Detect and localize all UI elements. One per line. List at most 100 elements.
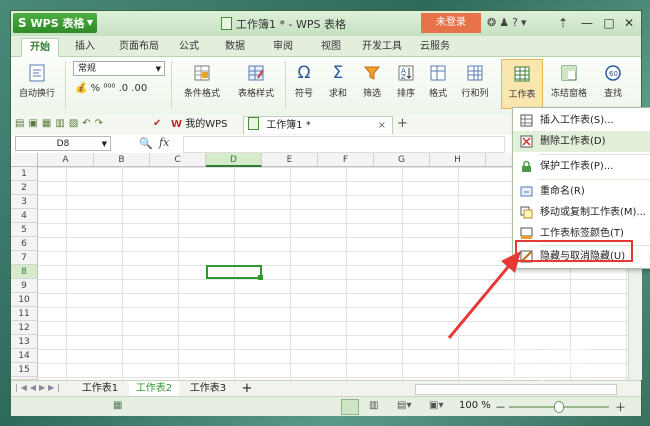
row-header-6[interactable]: 6	[11, 237, 38, 251]
minimize-button[interactable]: —	[575, 13, 599, 33]
zoom-out-button[interactable]: －	[495, 399, 506, 415]
restore-window-icon[interactable]: ⇡	[551, 13, 575, 33]
symbol-button[interactable]: Ω 符号	[289, 63, 319, 99]
doc-tab-my-wps[interactable]: W 我的WPS ×	[167, 116, 245, 148]
row-header-3[interactable]: 3	[11, 195, 38, 209]
active-cell-d8[interactable]	[206, 265, 262, 279]
freeze-panes-button[interactable]: 冻结窗格	[547, 63, 591, 99]
undo-icon[interactable]: ↶	[82, 118, 94, 129]
column-header-g[interactable]: G	[374, 153, 430, 167]
row-header-14[interactable]: 14	[11, 349, 38, 363]
menu-item-protect-sheet[interactable]: 保护工作表(P)...	[513, 156, 650, 177]
tab-home[interactable]: 开始	[21, 38, 59, 57]
format-button[interactable]: 格式	[423, 63, 453, 99]
add-sheet-button[interactable]: +	[239, 381, 255, 397]
row-col-button[interactable]: 行和列	[457, 63, 493, 99]
highlight-box	[515, 240, 633, 262]
preview-icon[interactable]: ▧	[69, 118, 82, 129]
page-break-view-icon[interactable]: ▤▾	[397, 400, 411, 411]
tab-review[interactable]: 审阅	[265, 38, 301, 56]
sheet-tab-2[interactable]: 工作表2	[129, 381, 179, 397]
column-header-d[interactable]: D	[206, 153, 262, 167]
row-header-5[interactable]: 5	[11, 223, 38, 237]
new-tab-button[interactable]: +	[397, 116, 408, 131]
fx-button[interactable]: fx	[159, 136, 169, 149]
zoom-in-button[interactable]: ＋	[615, 399, 626, 415]
menu-item-rename[interactable]: 重命名(R)	[513, 181, 650, 202]
row-header-8[interactable]: 8	[11, 265, 38, 279]
wrap-text-button[interactable]: 自动换行	[15, 63, 59, 99]
menu-item-insert-sheet[interactable]: 插入工作表(S)...	[513, 110, 650, 131]
close-button[interactable]: ✕	[617, 13, 641, 33]
zoom-slider-thumb[interactable]	[554, 401, 564, 413]
tab-developer[interactable]: 开发工具	[357, 38, 407, 56]
name-box[interactable]: D8 ▼	[15, 136, 111, 151]
tab-insert[interactable]: 插入	[67, 38, 103, 56]
sheet-nav-arrows[interactable]: |◀◀▶▶|	[15, 383, 63, 392]
page-layout-view-icon[interactable]: ▥	[369, 400, 378, 411]
currency-icon[interactable]: 💰	[75, 83, 87, 94]
column-header-f[interactable]: F	[318, 153, 374, 167]
sort-button[interactable]: AZ 排序	[391, 63, 421, 99]
decrease-decimal-icon[interactable]: .00	[131, 83, 147, 94]
increase-decimal-icon[interactable]: .0	[119, 83, 129, 94]
tab-data[interactable]: 数据	[217, 38, 253, 56]
reading-view-icon[interactable]: ▣▾	[429, 400, 443, 411]
normal-view-icon[interactable]	[341, 399, 359, 415]
filter-button[interactable]: 筛选	[357, 63, 387, 99]
row-header-11[interactable]: 11	[11, 307, 38, 321]
row-header-12[interactable]: 12	[11, 321, 38, 335]
number-format-select[interactable]: 常规 ▼	[73, 61, 165, 76]
tab-view[interactable]: 视图	[313, 38, 349, 56]
login-button[interactable]: 未登录	[421, 13, 481, 33]
zoom-lens-icon[interactable]: 🔍	[139, 137, 153, 150]
open-folder-icon[interactable]: ▤	[15, 118, 28, 129]
print-icon[interactable]: ▥	[55, 118, 68, 129]
calendar-icon[interactable]: ▦	[113, 400, 122, 411]
horizontal-scrollbar[interactable]	[415, 384, 617, 395]
row-header-10[interactable]: 10	[11, 293, 38, 307]
row-header-2[interactable]: 2	[11, 181, 38, 195]
settings-chevron-icon[interactable]: ▾	[521, 16, 530, 29]
close-icon[interactable]: ×	[378, 117, 386, 135]
row-header-13[interactable]: 13	[11, 335, 38, 349]
percent-button[interactable]: %	[91, 83, 101, 94]
table-style-button[interactable]: 表格样式	[231, 63, 281, 99]
find-button[interactable]: 60 查找	[595, 63, 631, 99]
svg-text:60: 60	[609, 70, 618, 78]
tab-formulas[interactable]: 公式	[171, 38, 207, 56]
column-header-h[interactable]: H	[430, 153, 486, 167]
sheet-tab-1[interactable]: 工作表1	[75, 381, 125, 397]
menu-item-move-copy[interactable]: 移动或复制工作表(M)...	[513, 202, 650, 223]
thousands-icon[interactable]: ⁰⁰⁰	[103, 83, 115, 94]
formula-input[interactable]	[183, 136, 505, 153]
column-header-c[interactable]: C	[150, 153, 206, 167]
column-header-a[interactable]: A	[38, 153, 94, 167]
worksheet-button[interactable]: 工作表	[501, 59, 543, 109]
row-header-15[interactable]: 15	[11, 363, 38, 377]
help-icon[interactable]: ?	[512, 16, 521, 29]
row-header-4[interactable]: 4	[11, 209, 38, 223]
doc-tab-workbook1[interactable]: 工作簿1 * ×	[243, 116, 393, 134]
tab-page-layout[interactable]: 页面布局	[111, 38, 167, 56]
sum-button[interactable]: Σ 求和	[323, 63, 353, 99]
column-header-e[interactable]: E	[262, 153, 318, 167]
pin-icon[interactable]: ✔	[153, 118, 161, 129]
pdf-icon[interactable]: ▦	[42, 118, 55, 129]
menu-item-delete-sheet[interactable]: 删除工作表(D)	[513, 131, 650, 152]
select-all-corner[interactable]	[11, 153, 38, 167]
row-header-9[interactable]: 9	[11, 279, 38, 293]
row-header-1[interactable]: 1	[11, 167, 38, 181]
tab-cloud[interactable]: 云服务	[415, 38, 455, 56]
save-icon[interactable]: ▣	[28, 118, 41, 129]
column-header-b[interactable]: B	[94, 153, 150, 167]
skin-icon[interactable]: ❂	[487, 16, 499, 29]
row-header-7[interactable]: 7	[11, 251, 38, 265]
filter-icon	[363, 66, 381, 80]
sheet-tab-3[interactable]: 工作表3	[183, 381, 233, 397]
shirt-icon[interactable]: ♟	[499, 16, 512, 29]
conditional-format-button[interactable]: 条件格式	[177, 63, 227, 99]
redo-icon[interactable]: ↷	[95, 118, 107, 129]
fill-handle[interactable]	[258, 275, 263, 280]
app-menu-button[interactable]: S WPS 表格 ▼	[13, 13, 97, 33]
